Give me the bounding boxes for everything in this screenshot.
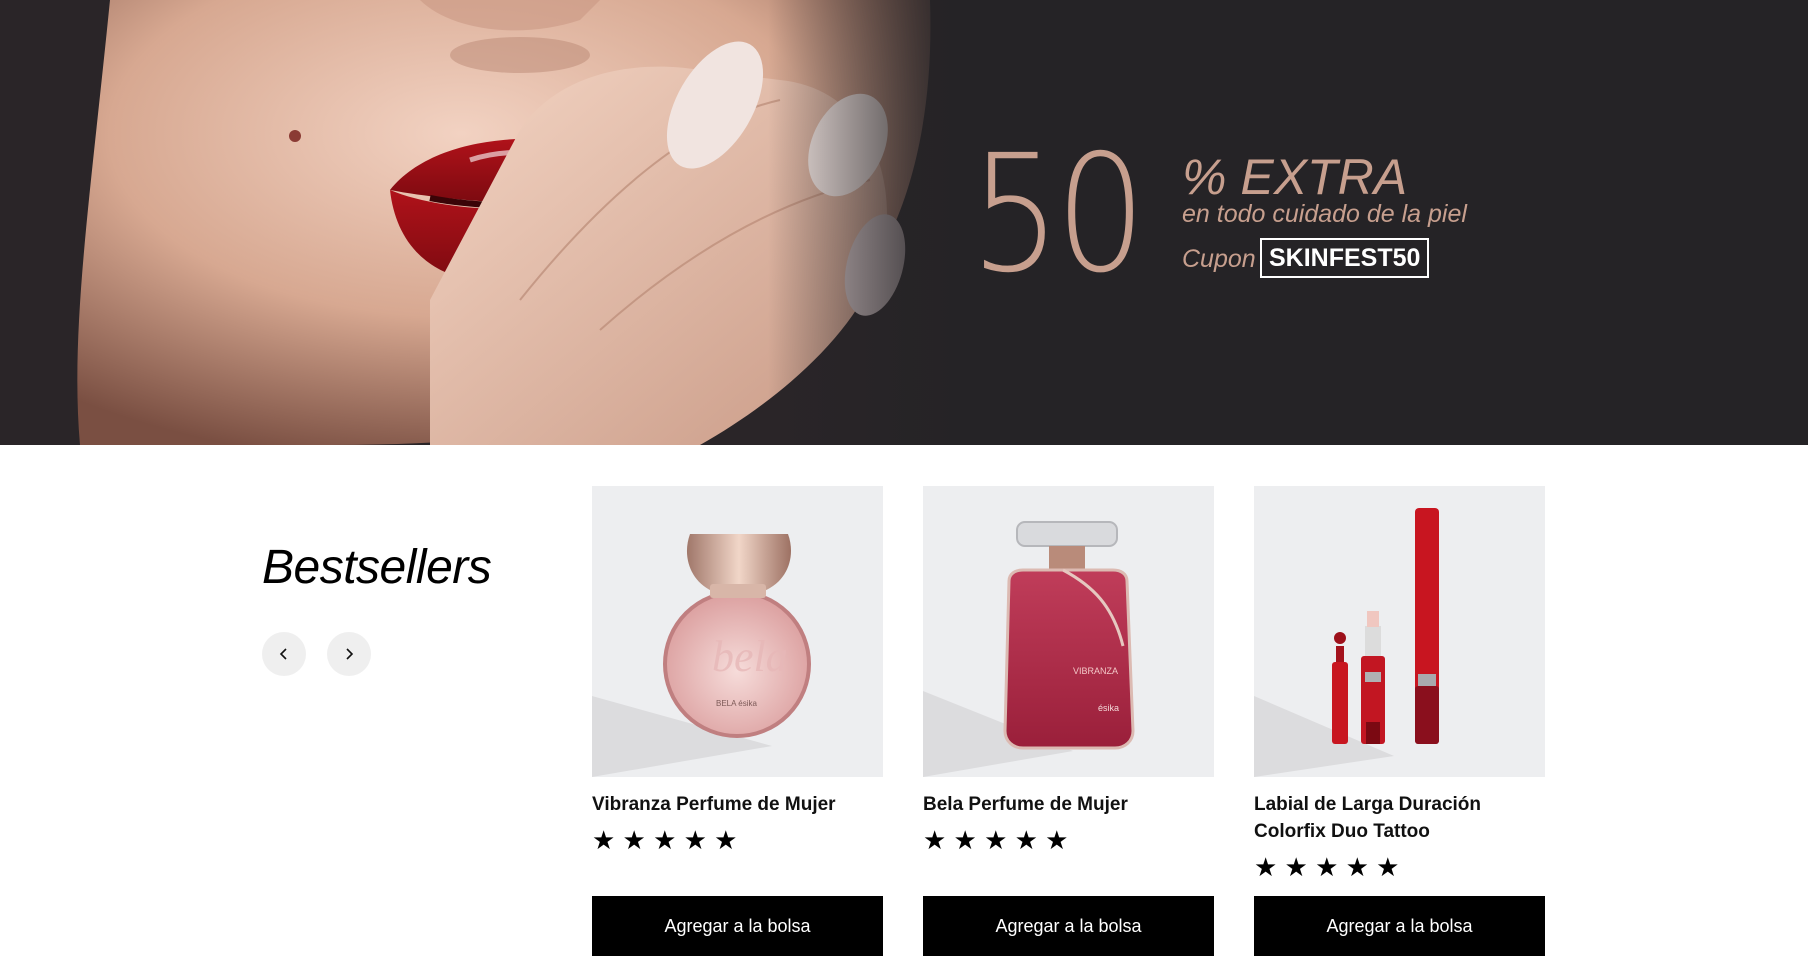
brand-label: ésika: [1098, 703, 1119, 713]
product-name[interactable]: Vibranza Perfume de Mujer: [592, 791, 887, 818]
promo-percentage: 50: [970, 121, 1146, 309]
promo-subtitle: en todo cuidado de la piel: [1182, 200, 1467, 228]
add-to-bag-button[interactable]: Agregar a la bolsa: [1254, 896, 1545, 956]
perfume-bottle-image: VIBRANZA ésika: [923, 521, 1135, 777]
hero-banner[interactable]: 50 % EXTRA en todo cuidado de la piel Cu…: [0, 0, 1808, 445]
coupon-label: Cupon: [1182, 245, 1256, 273]
carousel-next-button[interactable]: [327, 632, 371, 676]
product-image[interactable]: bela BELA ésika: [592, 486, 883, 777]
promo-extra-label: % EXTRA: [1182, 149, 1408, 205]
star-icon: ★ ★ ★ ★ ★: [923, 825, 1069, 855]
product-card[interactable]: bela BELA ésika Vibranza Perfume de Muje…: [592, 486, 883, 854]
star-icon: ★ ★ ★ ★ ★: [1254, 852, 1400, 882]
svg-text:bela: bela: [712, 632, 788, 681]
chevron-right-icon: [346, 648, 354, 660]
rating-stars: ★ ★ ★ ★ ★: [923, 826, 1214, 854]
rating-stars: ★ ★ ★ ★ ★: [592, 826, 883, 854]
add-to-bag-button[interactable]: Agregar a la bolsa: [923, 896, 1214, 956]
product-card[interactable]: Labial de Larga Duración Colorfix Duo Ta…: [1254, 486, 1545, 881]
bottle-label: VIBRANZA: [1073, 666, 1118, 676]
lipstick-image: [1254, 508, 1439, 777]
product-image[interactable]: [1254, 486, 1545, 777]
carousel-prev-button[interactable]: [262, 632, 306, 676]
product-image[interactable]: VIBRANZA ésika: [923, 486, 1214, 777]
product-card[interactable]: VIBRANZA ésika Bela Perfume de Mujer ★ ★…: [923, 486, 1214, 854]
product-name[interactable]: Bela Perfume de Mujer: [923, 791, 1218, 818]
star-icon: ★ ★ ★ ★ ★: [592, 825, 738, 855]
bottle-label: BELA ésika: [716, 699, 757, 708]
perfume-bottle-image: bela BELA ésika: [592, 534, 811, 777]
chevron-left-icon: [279, 648, 287, 660]
bestsellers-title: Bestsellers: [262, 541, 492, 594]
add-to-bag-button[interactable]: Agregar a la bolsa: [592, 896, 883, 956]
hero-photo: [0, 0, 960, 445]
product-name[interactable]: Labial de Larga Duración Colorfix Duo Ta…: [1254, 791, 1549, 845]
coupon-code[interactable]: SKINFEST50: [1260, 238, 1430, 278]
rating-stars: ★ ★ ★ ★ ★: [1254, 853, 1545, 881]
